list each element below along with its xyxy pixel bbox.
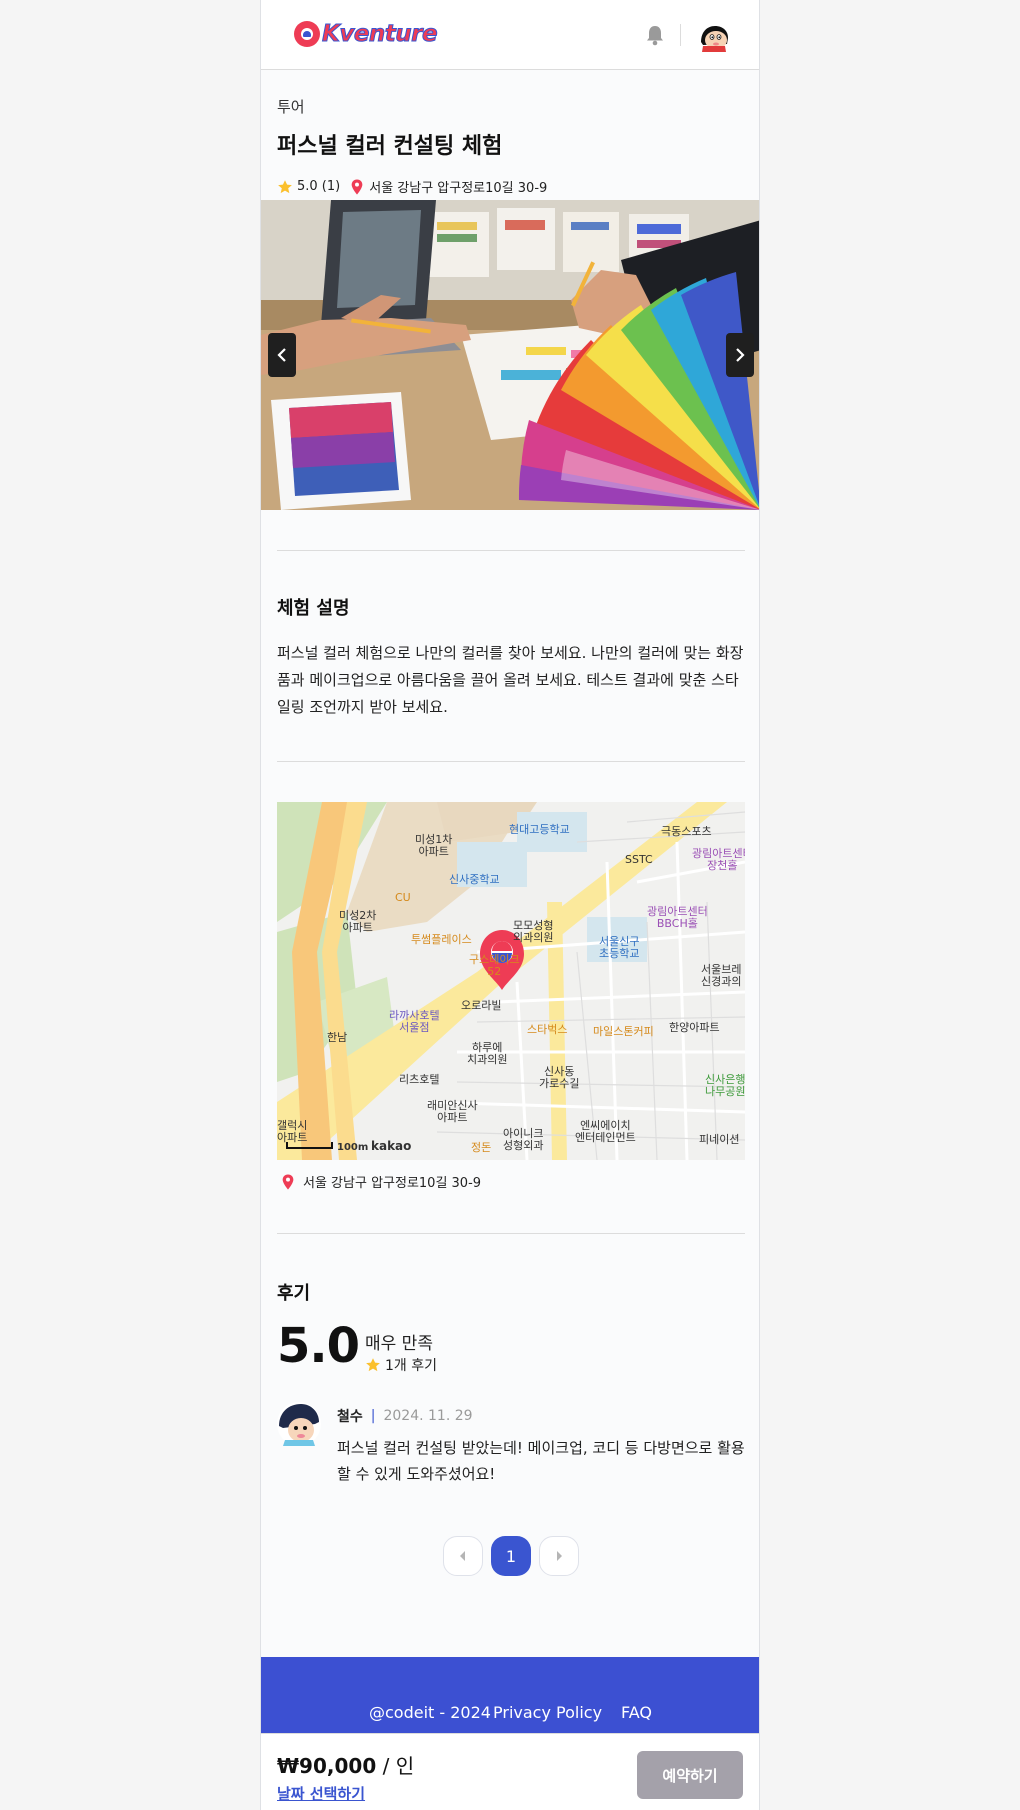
hero-photo <box>261 200 759 510</box>
map-label: 구스테이크 52 <box>469 953 520 978</box>
footer <box>261 1657 759 1734</box>
footer-privacy-link[interactable]: Privacy Policy <box>493 1703 602 1722</box>
map-scale-label: 100m <box>337 1142 369 1153</box>
review-date: 2024. 11. 29 <box>383 1408 473 1424</box>
kakao-map-logo[interactable]: kakao <box>371 1140 411 1152</box>
reviews-heading: 후기 <box>277 1283 311 1304</box>
section-divider <box>277 761 745 762</box>
review-count-text: 1개 후기 <box>385 1358 437 1374</box>
review-body: 퍼스널 컬러 컨설팅 받았는데! 메이크업, 코디 등 다방면으로 활용 할 수… <box>337 1435 747 1487</box>
description-line: 퍼스널 컬러 체험으로 나만의 컬러를 찾아 보세요. 나만의 컬러에 맞는 화… <box>277 644 744 662</box>
map-label: 신사은행 나무공원 <box>705 1073 745 1098</box>
footer-copyright: @codeit - 2024 <box>369 1703 491 1722</box>
map-label: 서울브레 신경과의 <box>701 963 742 988</box>
map-label: 미성1차 아파트 <box>415 833 453 858</box>
select-date-link[interactable]: 날짜 선택하기 <box>277 1783 365 1804</box>
map-label: 갤럭시 아파트 <box>277 1119 308 1144</box>
reviewer-avatar <box>277 1402 321 1446</box>
location-map[interactable]: 미성1차아파트 현대고등학교 극동스포츠 SSTC 광림아트센터장천홀 신사중학… <box>277 802 745 1160</box>
activity-title: 퍼스널 컬러 컨설팅 체험 <box>277 134 503 159</box>
map-label: 래미안신사 아파트 <box>427 1099 478 1124</box>
logo-text: Kventure <box>321 21 438 48</box>
header-divider <box>680 24 681 46</box>
footer-faq-link[interactable]: FAQ <box>621 1703 652 1722</box>
map-label: 정돈 <box>471 1141 492 1154</box>
map-label: 피네이션 <box>699 1133 740 1146</box>
review-score: 5.0 <box>277 1318 360 1374</box>
address-text: 서울 강남구 압구정로10길 30-9 <box>369 181 548 196</box>
map-label: 하루에 치과의원 <box>467 1041 508 1066</box>
map-label: 리츠호텔 <box>399 1073 440 1086</box>
app-frame: Kventure 투어 퍼스널 컬러 컨설팅 체험 5.0 (1) 서울 강남구… <box>260 0 760 1810</box>
map-label: 투썸플레이스 <box>411 933 472 946</box>
description-line: 품과 메이크업으로 아름다움을 끌어 올려 보세요. 테스트 결과에 맞춘 스타 <box>277 671 739 689</box>
logo[interactable]: Kventure <box>294 18 438 50</box>
logo-mark-icon <box>294 21 320 47</box>
map-label: 스타벅스 <box>527 1023 568 1036</box>
price: ₩90,000 / 인 <box>277 1750 414 1779</box>
pagination-next-button[interactable] <box>539 1536 579 1576</box>
book-button[interactable]: 예약하기 <box>637 1751 743 1799</box>
caret-left-icon <box>460 1551 465 1561</box>
hero-image-carousel[interactable] <box>261 200 759 510</box>
map-label: 모모성형 외과의원 <box>513 919 554 944</box>
map-label: 미성2차 아파트 <box>339 909 377 934</box>
rating-text: 5.0 (1) <box>297 179 341 194</box>
location-pin-icon <box>282 1173 294 1190</box>
location-pin-icon <box>351 178 363 195</box>
map-label: 현대고등학교 <box>509 823 570 836</box>
description-body: 퍼스널 컬러 체험으로 나만의 컬러를 찾아 보세요. 나만의 컬러에 맞는 화… <box>277 640 745 721</box>
map-label: 신사동 가로수길 <box>539 1065 580 1090</box>
map-address: 서울 강남구 압구정로10길 30-9 <box>277 1172 745 1191</box>
review-line: 할 수 있게 도와주셨어요! <box>337 1465 496 1483</box>
review-header: 철수 | 2024. 11. 29 <box>337 1406 473 1426</box>
description-heading: 체험 설명 <box>277 598 350 619</box>
chevron-right-icon <box>736 348 745 362</box>
section-divider <box>277 1233 745 1234</box>
carousel-prev-button[interactable] <box>268 333 296 377</box>
map-label: 아이니크 성형외과 <box>503 1127 544 1152</box>
map-label: 오로라빌 <box>461 999 502 1012</box>
star-icon <box>366 1358 380 1372</box>
map-label: 한양아파트 <box>669 1021 720 1034</box>
price-unit: / 인 <box>376 1754 415 1778</box>
chevron-left-icon <box>277 348 286 362</box>
map-label: 광림아트센터 BBCH홀 <box>647 905 708 930</box>
top-header: Kventure <box>261 0 759 70</box>
review-separator: | <box>370 1408 376 1424</box>
caret-right-icon <box>557 1551 562 1561</box>
activity-meta: 5.0 (1) 서울 강남구 압구정로10길 30-9 <box>277 177 745 196</box>
description-line: 일링 조언까지 받아 보세요. <box>277 698 448 716</box>
map-label: 광림아트센터장천홀 <box>692 847 745 872</box>
avatar-icon[interactable] <box>698 20 730 52</box>
map-label: 엔씨에이치 엔터테인먼트 <box>575 1119 636 1144</box>
map-label: 라까사호텔 서울점 <box>389 1009 440 1034</box>
map-address-text: 서울 강남구 압구정로10길 30-9 <box>303 1176 482 1191</box>
activity-category: 투어 <box>277 98 305 116</box>
map-label: CU <box>395 891 411 904</box>
pagination-prev-button[interactable] <box>443 1536 483 1576</box>
price-amount: ₩90,000 <box>277 1754 377 1778</box>
map-label: 서울신구 초등학교 <box>599 935 640 960</box>
map-label: 극동스포츠 <box>661 825 712 838</box>
pagination-page-1[interactable]: 1 <box>491 1536 531 1576</box>
map-label: SSTC <box>625 853 653 866</box>
bell-icon[interactable] <box>645 24 665 46</box>
map-label: 한남 <box>327 1031 348 1044</box>
review-score-label: 매우 만족 <box>365 1334 433 1354</box>
carousel-next-button[interactable] <box>726 333 754 377</box>
review-count: 1개 후기 <box>365 1355 437 1375</box>
review-line: 퍼스널 컬러 컨설팅 받았는데! 메이크업, 코디 등 다방면으로 활용 <box>337 1439 745 1457</box>
reviewer-name: 철수 <box>337 1409 363 1425</box>
map-label: 신사중학교 <box>449 873 500 886</box>
section-divider <box>277 550 745 551</box>
star-icon <box>278 179 292 193</box>
booking-bar: ₩90,000 / 인 날짜 선택하기 예약하기 <box>261 1733 759 1810</box>
map-tiles <box>277 802 745 1160</box>
map-label: 마일스톤커피 <box>593 1025 654 1038</box>
